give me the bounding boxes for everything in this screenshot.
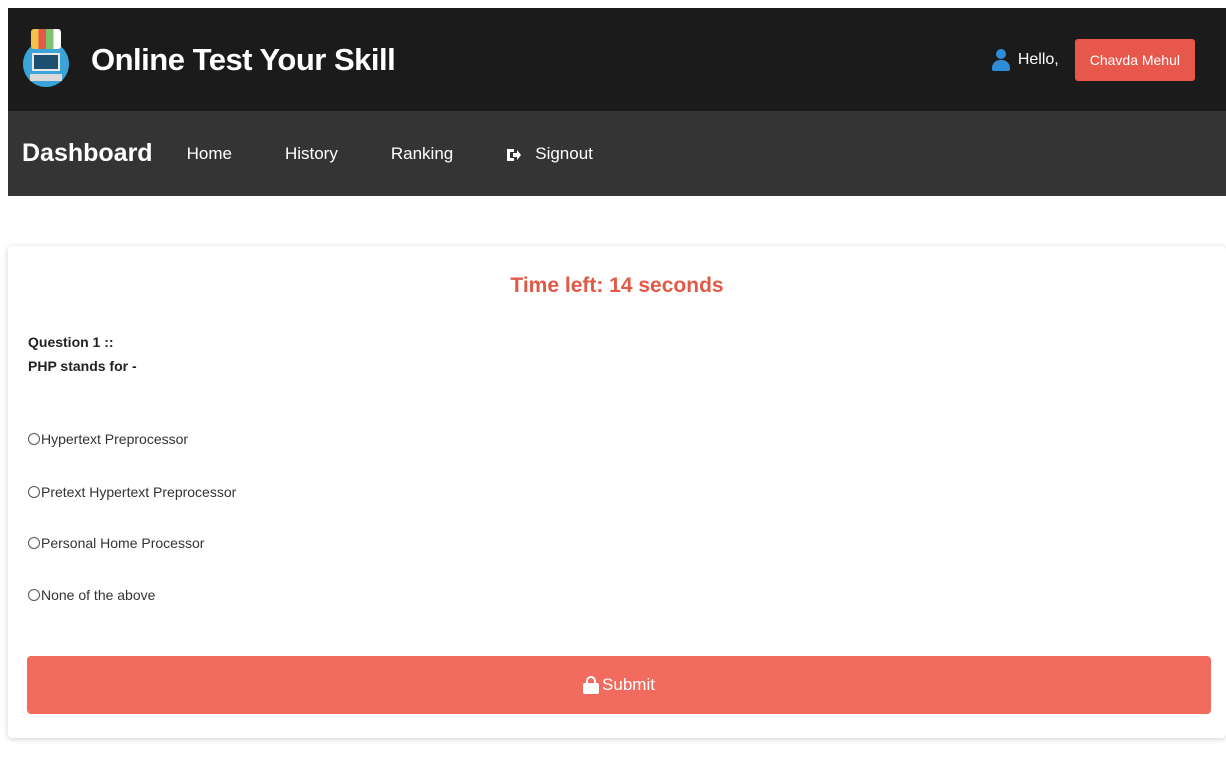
answer-option-label: None of the above [41,587,156,603]
nav-item-home[interactable]: Home [187,144,232,164]
submit-label: Submit [602,675,655,694]
main-navbar: Dashboard Home History Ranking Signout [8,111,1226,196]
radio-button[interactable] [28,433,40,445]
nav-item-ranking[interactable]: Ranking [391,144,453,164]
answer-option-label: Hypertext Preprocessor [41,431,189,447]
nav-item-label: Signout [535,143,593,163]
nav-brand-dashboard[interactable]: Dashboard [22,139,153,168]
radio-button[interactable] [28,589,40,601]
app-title: Online Test Your Skill [91,41,396,77]
radio-button[interactable] [28,486,40,498]
answer-option-3[interactable]: Personal Home Processor [28,535,204,551]
question-number: Question 1 :: [28,334,114,350]
answer-option-label: Personal Home Processor [41,535,205,551]
submit-button[interactable]: Submit [27,656,1211,714]
answer-option-1[interactable]: Hypertext Preprocessor [28,431,188,447]
radio-button[interactable] [28,537,40,549]
answer-option-4[interactable]: None of the above [28,587,155,603]
time-left-text: Time left: 14 seconds [510,274,724,297]
answer-option-2[interactable]: Pretext Hypertext Preprocessor [28,484,236,500]
signout-icon [506,147,522,161]
greeting-text: Hello, [1017,50,1059,68]
top-header: Online Test Your Skill Hello, Chavda Meh… [8,8,1226,111]
user-icon [991,48,1010,71]
quiz-card: Time left: 14 seconds Question 1 :: PHP … [8,246,1226,738]
answer-option-label: Pretext Hypertext Preprocessor [41,484,237,500]
app-logo-icon [23,28,69,91]
nav-item-signout[interactable]: Signout [506,144,593,164]
question-text: PHP stands for - [28,358,137,374]
nav-item-history[interactable]: History [285,144,338,164]
user-name-button[interactable]: Chavda Mehul [1074,38,1195,81]
nav-item-label: Ranking [390,143,454,163]
lock-icon [583,676,600,694]
nav-item-label: Home [186,143,232,163]
nav-item-label: History [284,143,338,163]
